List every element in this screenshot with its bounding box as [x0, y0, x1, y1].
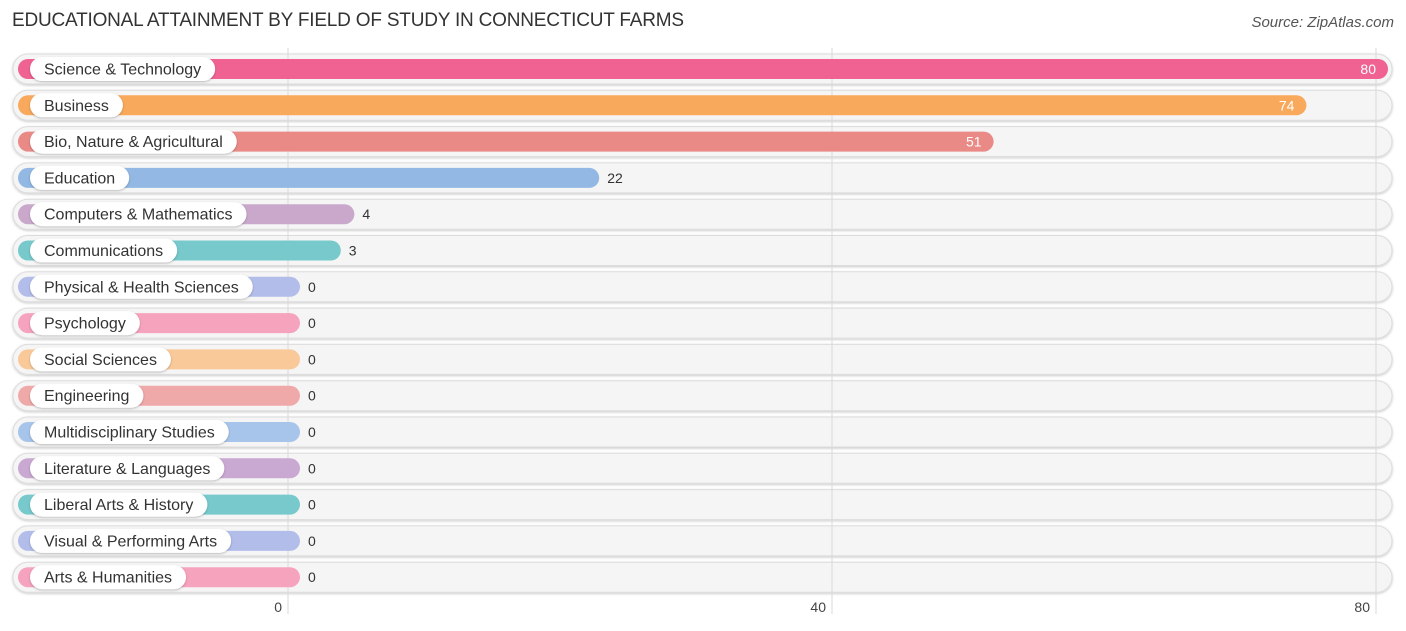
category-label: Bio, Nature & Agricultural: [44, 134, 223, 151]
value-label: 3: [349, 243, 357, 259]
category-label: Communications: [44, 243, 163, 260]
bar-row: Communications 3: [18, 238, 357, 263]
bar: [18, 95, 1307, 116]
bar-row: Liberal Arts & History 0: [18, 492, 316, 517]
x-tick-label: 80: [1354, 599, 1370, 615]
bar-chart: Science & Technology 80 Business 74 Bio, Nat…: [12, 48, 1393, 615]
bar-row: Arts & Humanities 0: [18, 565, 316, 590]
value-label: 0: [308, 424, 316, 440]
category-label: Visual & Performing Arts: [44, 533, 217, 550]
value-label: 80: [1360, 61, 1376, 77]
category-label: Liberal Arts & History: [44, 497, 193, 514]
bar: [18, 59, 1388, 79]
category-label: Business: [44, 98, 109, 115]
x-axis: 0 40 80: [274, 599, 1370, 615]
value-label: 51: [966, 134, 982, 150]
bar-row: Multidisciplinary Studies 0: [18, 420, 316, 444]
bar-row: Psychology 0: [18, 311, 316, 336]
bar-row: Computers & Mathematics 4: [18, 202, 370, 227]
value-label: 0: [308, 569, 316, 585]
value-label: 0: [308, 460, 316, 476]
category-label: Social Sciences: [44, 352, 157, 369]
bar-row: Education 22: [18, 165, 623, 190]
bar-row: Science & Technology 80: [18, 57, 1388, 81]
value-label: 22: [607, 170, 623, 186]
x-tick-label: 40: [810, 599, 826, 615]
bar-row: Visual & Performing Arts 0: [18, 528, 316, 553]
value-label: 74: [1279, 97, 1295, 113]
value-label: 0: [308, 388, 316, 404]
bar-row: Business 74: [18, 93, 1307, 118]
category-label: Multidisciplinary Studies: [44, 425, 215, 442]
category-label: Engineering: [44, 388, 129, 405]
category-label: Literature & Languages: [44, 461, 210, 478]
category-label: Education: [44, 170, 115, 187]
x-tick-label: 0: [274, 599, 282, 615]
bar-row: Literature & Languages 0: [18, 456, 316, 481]
value-label: 0: [308, 497, 316, 513]
value-label: 0: [308, 315, 316, 331]
category-label: Physical & Health Sciences: [44, 279, 239, 296]
category-label: Science & Technology: [44, 62, 201, 79]
bar-row: Physical & Health Sciences 0: [18, 274, 316, 299]
category-label: Arts & Humanities: [44, 570, 172, 587]
value-label: 0: [308, 533, 316, 549]
category-label: Computers & Mathematics: [44, 207, 233, 224]
bar-row: Engineering 0: [18, 383, 316, 408]
value-label: 0: [308, 279, 316, 295]
value-label: 4: [362, 206, 370, 222]
value-label: 0: [308, 351, 316, 367]
bar-row: Social Sciences 0: [18, 347, 316, 372]
category-label: Psychology: [44, 316, 126, 333]
bar-row: Bio, Nature & Agricultural 51: [18, 129, 994, 154]
